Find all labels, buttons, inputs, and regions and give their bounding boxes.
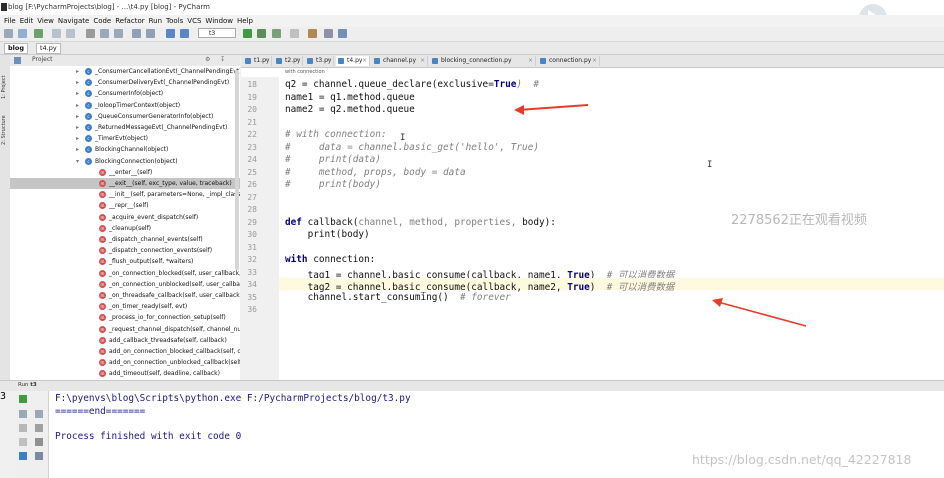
print-icon[interactable] (35, 438, 43, 446)
run-config-name: t3 (30, 382, 37, 388)
url-watermark: https://blog.csdn.net/qq_42227818 (692, 452, 912, 467)
wrap-icon[interactable] (35, 424, 43, 432)
rerun-icon[interactable] (19, 395, 27, 403)
trash-icon[interactable] (35, 452, 43, 460)
arrow-2 (712, 298, 807, 327)
console-line: Process finished with exit code 0 (55, 431, 242, 443)
pause-icon[interactable] (19, 424, 27, 432)
up-icon[interactable] (19, 410, 27, 418)
mouse-cursor: I (707, 160, 713, 170)
run-panel-header: Run t3 (0, 380, 944, 391)
pin-icon[interactable] (19, 452, 27, 460)
down-icon[interactable] (35, 410, 43, 418)
run-side-number: 3 (0, 391, 7, 402)
console-line: ======end======= (55, 405, 146, 417)
arrow-1 (514, 104, 589, 115)
run-tab-label[interactable]: Run t3 (18, 382, 37, 388)
stop-run-icon[interactable] (19, 438, 27, 446)
text-cursor: I (400, 133, 406, 143)
viewer-notice: 2278562正在观看视频 (731, 213, 867, 228)
run-toolbar (15, 391, 49, 478)
console-line: F:\pyenvs\blog\Scripts\python.exe F:/Pyc… (55, 393, 411, 404)
